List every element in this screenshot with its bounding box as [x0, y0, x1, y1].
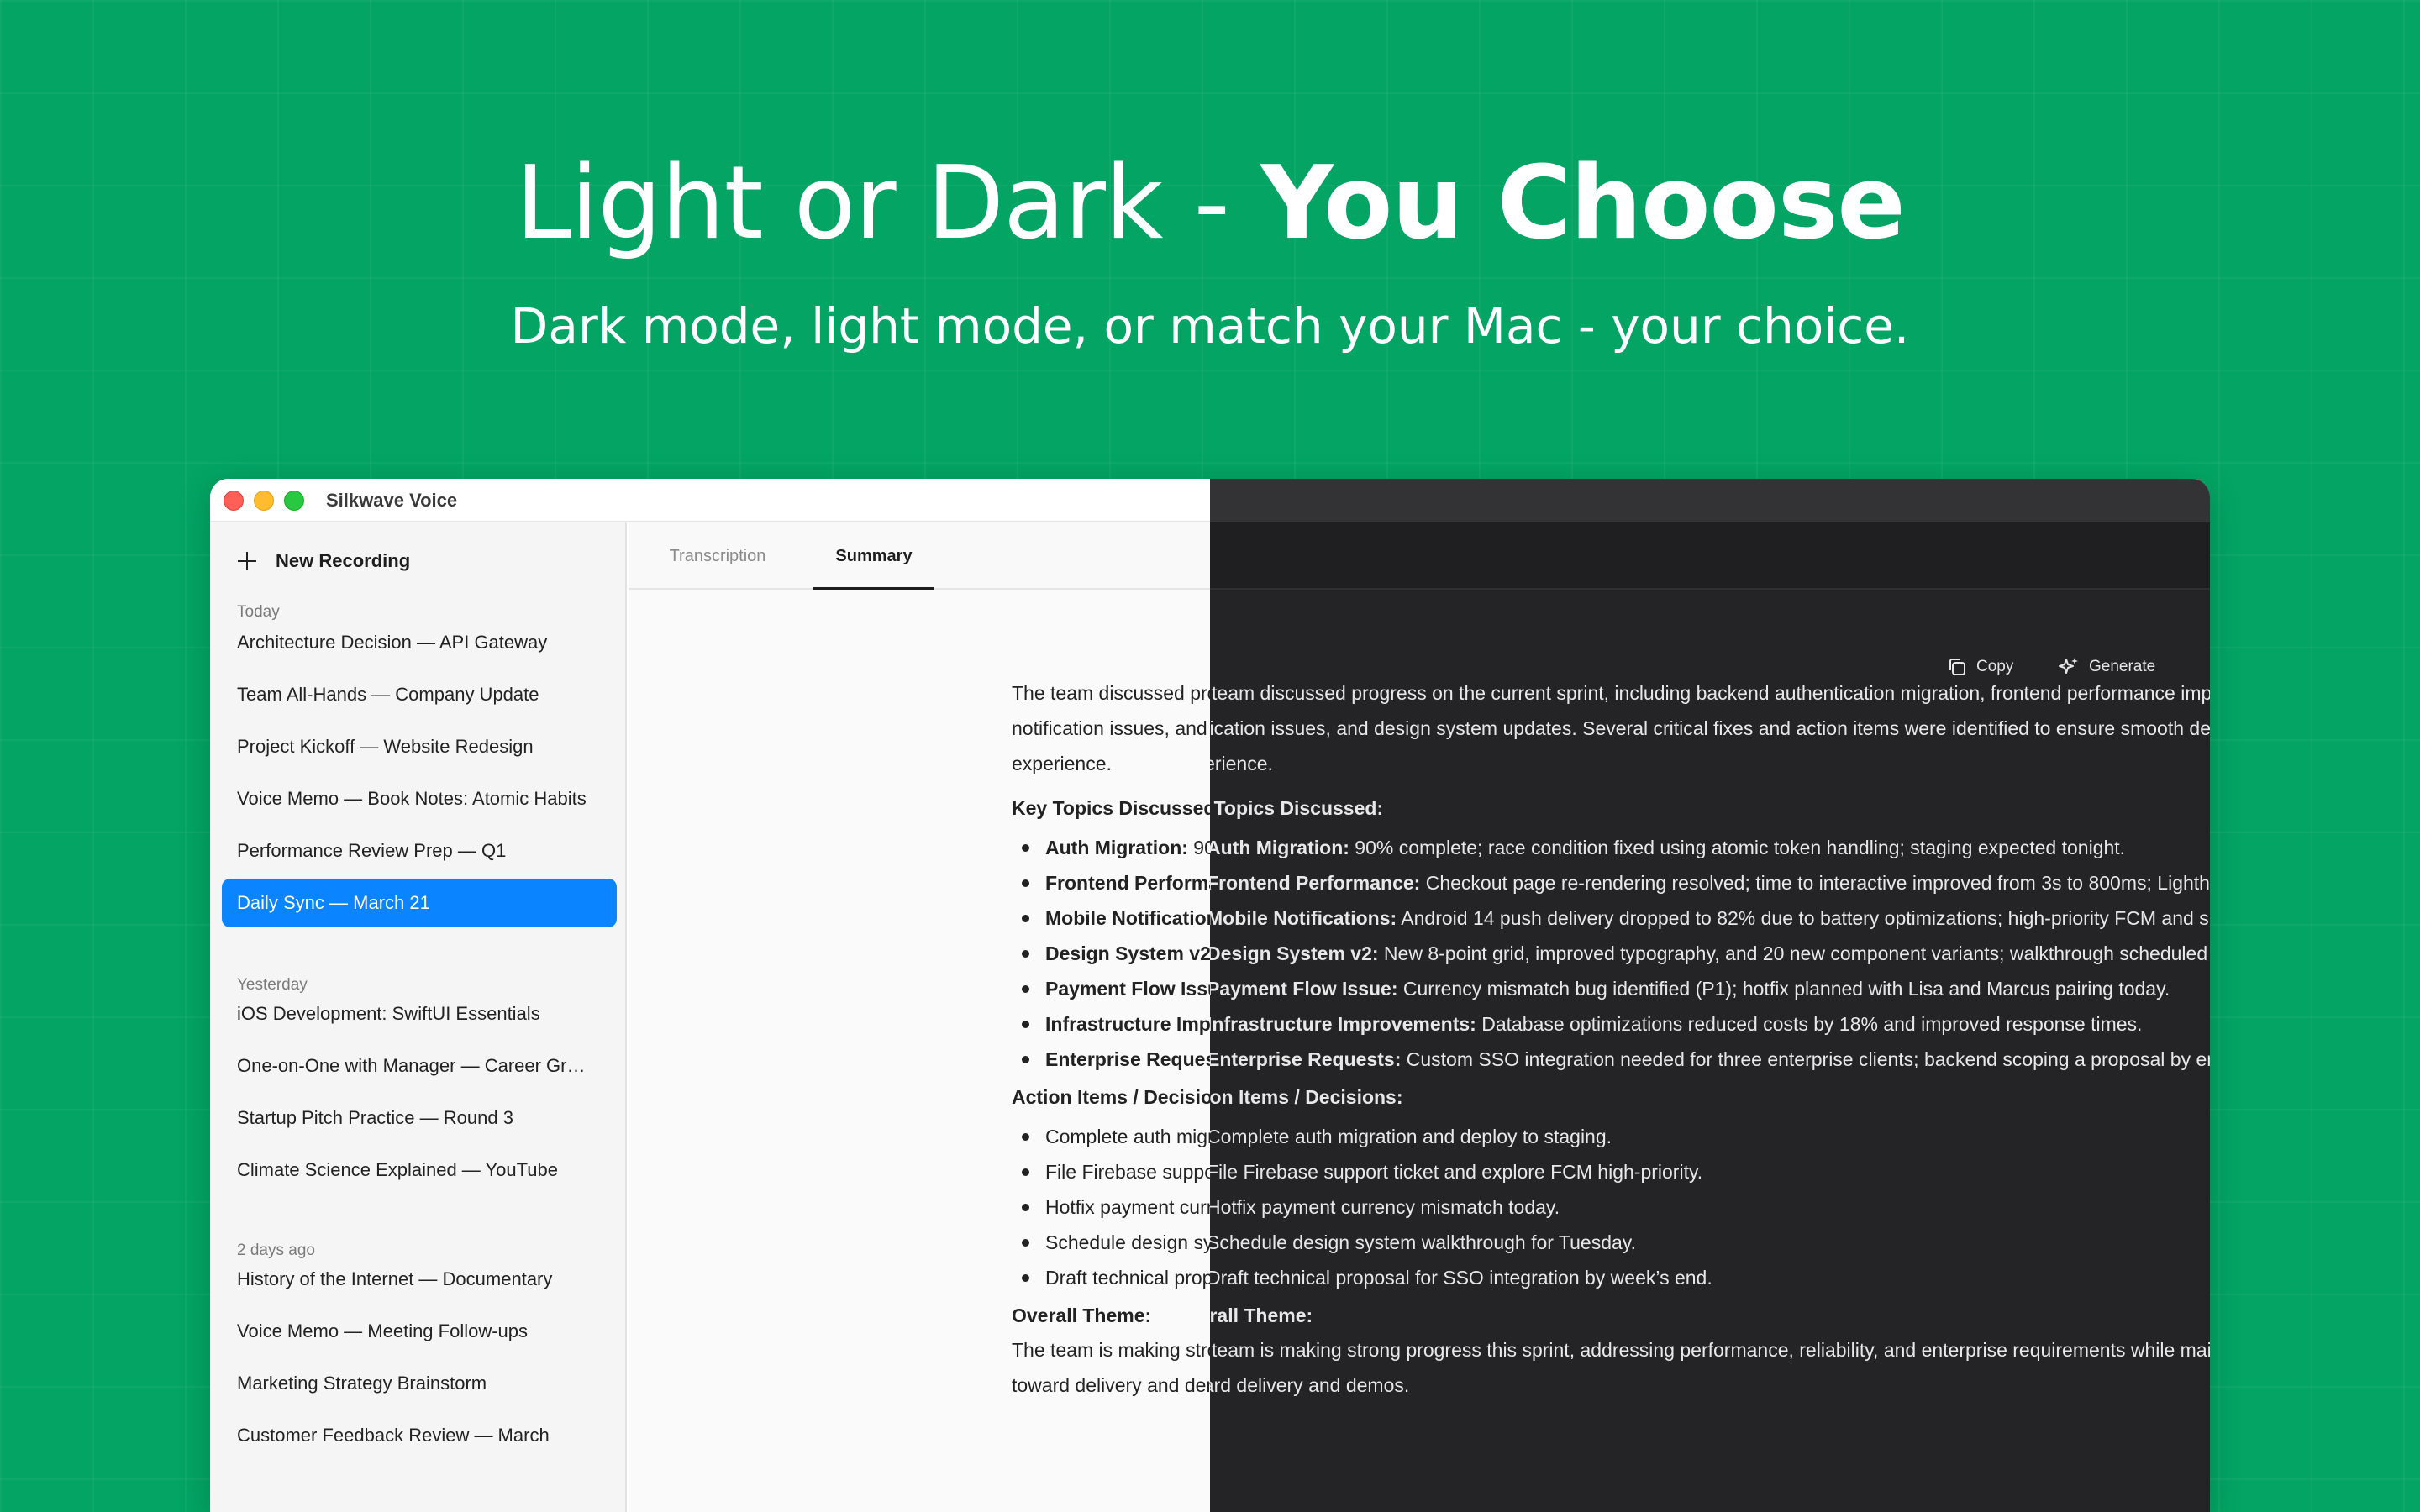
- copy-label: Copy: [1976, 658, 2014, 675]
- recording-item[interactable]: iOS Development: SwiftUI Essentials: [222, 990, 617, 1038]
- zoom-window-button[interactable]: [284, 491, 304, 511]
- recording-item[interactable]: One-on-One with Manager — Career Growth: [222, 1042, 617, 1090]
- list-item: Hotfix payment currency mismatch today.: [1210, 1189, 2210, 1225]
- recording-item-selected[interactable]: Daily Sync — March 21: [222, 879, 617, 927]
- key-topics-heading: Key Topics Discussed:: [1210, 797, 1384, 819]
- tab-summary[interactable]: Summary: [813, 522, 934, 590]
- list-item: Draft technical proposal for SSO integra…: [1210, 1260, 2210, 1295]
- list-item: Frontend Performance: Checkout page re-r…: [1210, 865, 2210, 900]
- summary-content-dark: The team discussed progress on the curre…: [1210, 675, 2210, 1413]
- overall-theme-text: The team is making strong progress this …: [1210, 1339, 2210, 1396]
- sidebar: New Recording Today Architecture Decisio…: [210, 522, 627, 1512]
- new-recording-label: New Recording: [276, 550, 411, 571]
- dark-tabs-bar: [1210, 522, 2210, 590]
- hero-title: Light or Dark - You Choose: [0, 141, 2420, 267]
- action-items-heading: Action Items / Decisions:: [1210, 1086, 1403, 1108]
- recording-item[interactable]: Voice Memo — Book Notes: Atomic Habits: [222, 774, 617, 823]
- recording-item[interactable]: Team All-Hands — Company Update: [222, 670, 617, 719]
- summary-intro: The team discussed progress on the curre…: [1210, 682, 2210, 774]
- app-window: Silkwave Voice New Recording Today Archi…: [210, 479, 2210, 1512]
- list-item: Mobile Notifications: Android 14 push de…: [1210, 900, 2210, 936]
- plus-icon: [237, 551, 257, 571]
- list-item: Schedule design system walkthrough for T…: [1210, 1225, 2210, 1260]
- hero-title-bold: You Choose: [1260, 145, 1906, 262]
- list-item: File Firebase support ticket and explore…: [1210, 1154, 2210, 1189]
- key-topics-list: Auth Migration: 90% complete; race condi…: [1210, 830, 2210, 1077]
- recording-item[interactable]: Customer Feedback Review — March: [222, 1411, 617, 1460]
- dark-mode-preview: Copy Generate The team discussed progres…: [1210, 479, 2210, 1512]
- recording-item[interactable]: Startup Pitch Practice — Round 3: [222, 1094, 617, 1142]
- recording-item[interactable]: Voice Memo — Meeting Follow-ups: [222, 1307, 617, 1356]
- list-item: Enterprise Requests: Custom SSO integrat…: [1210, 1042, 2210, 1077]
- recording-item[interactable]: Climate Science Explained — YouTube: [222, 1146, 617, 1194]
- minimize-window-button[interactable]: [254, 491, 274, 511]
- recording-item[interactable]: Project Kickoff — Website Redesign: [222, 722, 617, 771]
- list-item: Payment Flow Issue: Currency mismatch bu…: [1210, 971, 2210, 1006]
- list-item: Complete auth migration and deploy to st…: [1210, 1119, 2210, 1154]
- recording-item[interactable]: Marketing Strategy Brainstorm: [222, 1359, 617, 1408]
- list-item: Auth Migration: 90% complete; race condi…: [1210, 830, 2210, 865]
- app-title: Silkwave Voice: [326, 490, 458, 511]
- overall-theme-heading: Overall Theme:: [1210, 1305, 1313, 1326]
- hero-title-light: Light or Dark -: [515, 145, 1261, 262]
- list-item: Infrastructure Improvements: Database op…: [1210, 1006, 2210, 1042]
- hero-subtitle: Dark mode, light mode, or match your Mac…: [510, 297, 1910, 354]
- action-items-list: Complete auth migration and deploy to st…: [1210, 1119, 2210, 1295]
- generate-label: Generate: [2089, 658, 2156, 675]
- list-item: Design System v2: New 8-point grid, impr…: [1210, 936, 2210, 971]
- new-recording-button[interactable]: New Recording: [237, 544, 410, 578]
- recording-item[interactable]: Architecture Decision — API Gateway: [222, 618, 617, 667]
- recording-item[interactable]: History of the Internet — Documentary: [222, 1255, 617, 1304]
- dark-title-bar: [1210, 479, 2210, 522]
- close-window-button[interactable]: [224, 491, 244, 511]
- recording-item[interactable]: Performance Review Prep — Q1: [222, 827, 617, 875]
- tab-transcription[interactable]: Transcription: [659, 522, 776, 590]
